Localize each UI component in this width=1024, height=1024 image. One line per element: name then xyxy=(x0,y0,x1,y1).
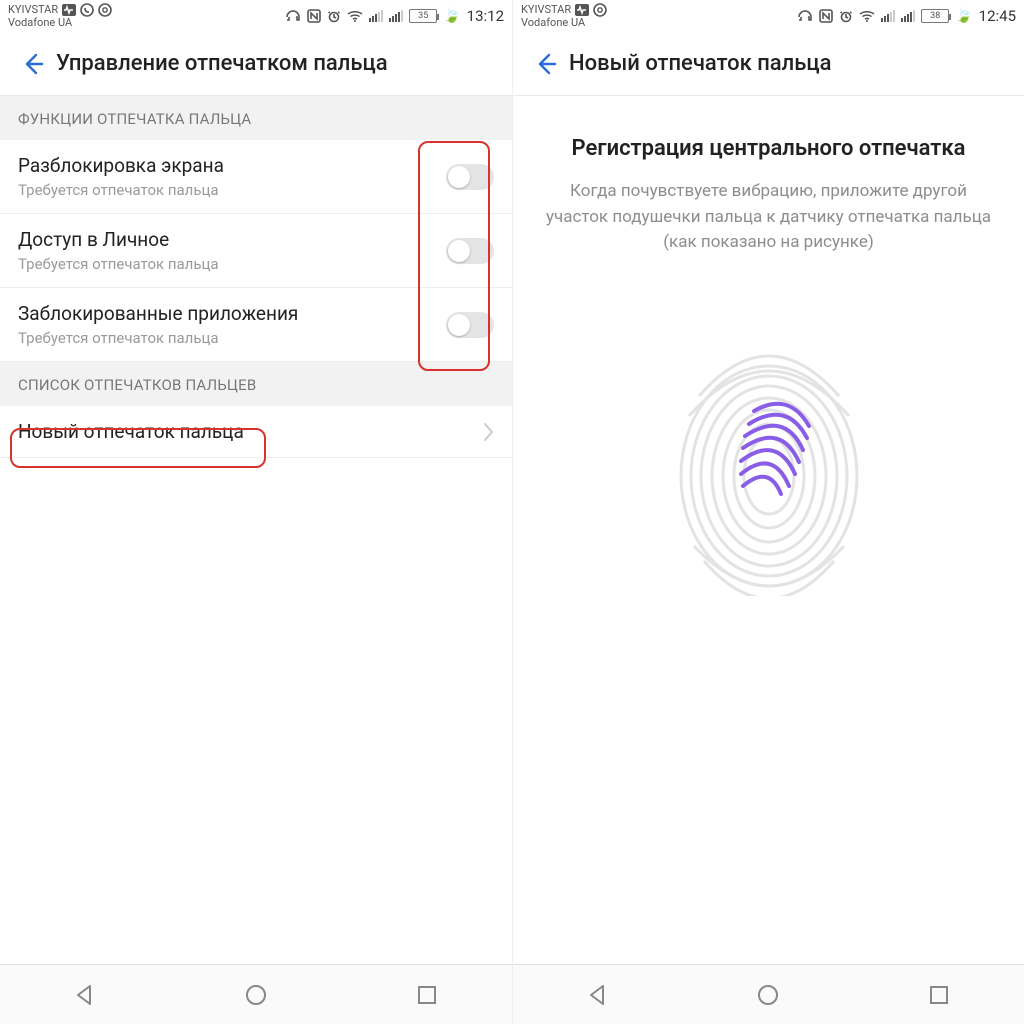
status-bar: KYIVSTAR Vodafone UA 38 🍃 xyxy=(513,0,1024,32)
status-left: KYIVSTAR Vodafone UA xyxy=(8,3,112,29)
status-right: 35 🍃 13:12 xyxy=(285,7,504,25)
alarm-icon xyxy=(839,9,853,23)
toggle-private-safe[interactable] xyxy=(446,238,494,264)
content: ФУНКЦИИ ОТПЕЧАТКА ПАЛЬЦА Разблокировка э… xyxy=(0,96,512,964)
status-time: 12:45 xyxy=(979,7,1016,25)
row-title: Заблокированные приложения xyxy=(18,302,298,325)
nav-bar xyxy=(0,964,512,1024)
nfc-icon xyxy=(819,9,833,23)
page-title: Управление отпечатком пальца xyxy=(56,51,388,76)
row-sub: Требуется отпечаток пальца xyxy=(18,181,224,199)
carrier-2: Vodafone UA xyxy=(8,17,72,29)
fingerprint-icon xyxy=(659,336,879,596)
nav-back[interactable] xyxy=(514,982,683,1008)
wifi-icon xyxy=(347,10,363,22)
section-functions-head: ФУНКЦИИ ОТПЕЧАТКА ПАЛЬЦА xyxy=(0,96,512,140)
screen-new-fingerprint: KYIVSTAR Vodafone UA 38 🍃 xyxy=(512,0,1024,1024)
nav-bar xyxy=(513,964,1024,1024)
enroll-description: Когда почувствуете вибрацию, приложите д… xyxy=(537,179,1000,256)
nav-recent[interactable] xyxy=(342,983,511,1007)
row-sub: Требуется отпечаток пальца xyxy=(18,255,219,273)
signal-2-icon xyxy=(389,10,403,22)
carrier-1: KYIVSTAR xyxy=(8,4,58,16)
row-app-lock[interactable]: Заблокированные приложения Требуется отп… xyxy=(0,288,512,362)
viber-icon xyxy=(80,3,94,17)
status-time: 13:12 xyxy=(467,7,504,25)
battery-icon: 35 xyxy=(409,9,437,23)
enroll-title: Регистрация центрального отпечатка xyxy=(537,136,1000,161)
nfc-icon xyxy=(307,9,321,23)
carrier-2: Vodafone UA xyxy=(521,17,585,29)
nav-home[interactable] xyxy=(172,982,341,1008)
section-list-head: СПИСОК ОТПЕЧАТКОВ ПАЛЬЦЕВ xyxy=(0,362,512,406)
signal-1-icon xyxy=(881,10,895,22)
signal-2-icon xyxy=(901,10,915,22)
row-sub: Требуется отпечаток пальца xyxy=(18,329,298,347)
back-button[interactable] xyxy=(12,44,52,84)
row-private-safe[interactable]: Доступ в Личное Требуется отпечаток паль… xyxy=(0,214,512,288)
status-right: 38 🍃 12:45 xyxy=(797,7,1016,25)
activity-icon xyxy=(575,4,589,16)
alarm-icon xyxy=(327,9,341,23)
headset-icon xyxy=(285,9,301,23)
row-title: Новый отпечаток пальца xyxy=(18,420,244,443)
row-title: Доступ в Личное xyxy=(18,228,219,251)
back-button[interactable] xyxy=(525,44,565,84)
page-title: Новый отпечаток пальца xyxy=(569,51,831,76)
toggle-app-lock[interactable] xyxy=(446,312,494,338)
activity-icon xyxy=(62,4,76,16)
app-bar: Управление отпечатком пальца xyxy=(0,32,512,96)
chrome-icon xyxy=(593,3,607,17)
content: Регистрация центрального отпечатка Когда… xyxy=(513,96,1024,964)
enroll-pane: Регистрация центрального отпечатка Когда… xyxy=(513,96,1024,596)
screen-fingerprint-settings: KYIVSTAR Vodafone UA xyxy=(0,0,512,1024)
row-title: Разблокировка экрана xyxy=(18,154,224,177)
headset-icon xyxy=(797,9,813,23)
battery-icon: 38 xyxy=(921,9,949,23)
chevron-right-icon xyxy=(482,422,494,442)
chrome-icon xyxy=(98,3,112,17)
carrier-1: KYIVSTAR xyxy=(521,4,571,16)
signal-1-icon xyxy=(369,10,383,22)
nav-home[interactable] xyxy=(684,982,853,1008)
status-left: KYIVSTAR Vodafone UA xyxy=(521,3,607,29)
wifi-icon xyxy=(859,10,875,22)
status-bar: KYIVSTAR Vodafone UA xyxy=(0,0,512,32)
row-new-fingerprint[interactable]: Новый отпечаток пальца xyxy=(0,406,512,458)
leaf-icon: 🍃 xyxy=(443,8,460,24)
nav-recent[interactable] xyxy=(855,983,1024,1007)
app-bar: Новый отпечаток пальца xyxy=(513,32,1024,96)
leaf-icon: 🍃 xyxy=(955,8,972,24)
row-screen-unlock[interactable]: Разблокировка экрана Требуется отпечаток… xyxy=(0,140,512,214)
nav-back[interactable] xyxy=(1,982,170,1008)
toggle-screen-unlock[interactable] xyxy=(446,164,494,190)
